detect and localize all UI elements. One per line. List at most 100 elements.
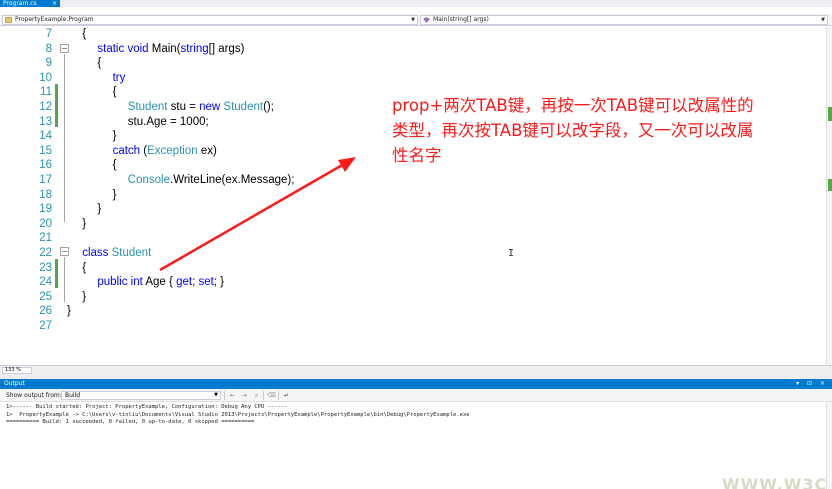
code-line: }: [113, 188, 117, 202]
output-panel-title: Output: [4, 380, 25, 387]
show-output-from-label: Show output from:: [6, 392, 62, 399]
output-log: 1>------ Build started: Project: Propert…: [6, 404, 470, 427]
clear-all-icon[interactable]: ⌫: [267, 391, 276, 400]
member-dropdown[interactable]: Main(string[] args) ▼: [420, 15, 828, 25]
code-line: class Student: [82, 246, 151, 260]
code-line: {: [97, 56, 101, 70]
word-wrap-icon[interactable]: ↵: [282, 391, 291, 400]
output-line: 1> PropertyExample -> C:\Users\v-tinliu\…: [6, 411, 470, 418]
line-number: 17: [39, 174, 52, 186]
go-to-next-message-icon[interactable]: ⇥: [240, 391, 249, 400]
code-text: }: [67, 305, 71, 318]
class-icon: [5, 17, 12, 23]
go-to-previous-message-icon[interactable]: ⇤: [228, 391, 237, 400]
line-number: 18: [39, 188, 52, 201]
code-keyword: class: [82, 247, 112, 259]
change-marker: [828, 179, 832, 191]
change-indicator: [55, 259, 58, 288]
output-source-dropdown[interactable]: Build ▼: [61, 391, 221, 400]
line-number: 16: [39, 159, 52, 172]
code-keyword: catch: [112, 144, 141, 157]
line-number: 23: [39, 261, 52, 274]
chevron-down-icon: ▼: [214, 392, 218, 398]
close-icon[interactable]: ×: [52, 0, 57, 7]
code-text: }: [82, 217, 87, 230]
code-text: ();: [263, 101, 274, 113]
toolbar-separator: [224, 391, 225, 400]
code-line: }: [82, 290, 86, 304]
line-number: 22: [39, 247, 52, 259]
mouse-cursor-icon: I: [508, 248, 515, 259]
output-toolbar: Show output from: Build ▼ ⇤ ⇥ ⌕ ⌫ ↵: [0, 389, 832, 402]
collapse-toggle-icon[interactable]: −: [60, 44, 69, 53]
line-number: 7: [45, 28, 52, 40]
output-source-value: Build: [65, 392, 81, 399]
code-type-name: Console: [127, 174, 170, 186]
change-marker: [828, 107, 832, 121]
line-number: 13: [39, 115, 52, 128]
line-number: 14: [39, 130, 52, 143]
code-line: Student stu = new Student();: [128, 100, 274, 114]
code-keyword: string: [180, 42, 209, 55]
change-indicator: [55, 84, 58, 127]
code-keyword: new: [199, 101, 224, 113]
code-line: try: [113, 71, 126, 85]
code-keyword: set: [198, 276, 214, 289]
editor-vertical-scrollbar[interactable]: [826, 27, 832, 365]
code-text: {: [112, 86, 117, 99]
line-number-gutter: 7 8 9 10 11 12 13 14 15 16 17 18 19 20 21 22 23 24 25 26 27: [0, 27, 54, 365]
code-text: stu.Age = 1000;: [127, 115, 209, 128]
find-message-icon[interactable]: ⌕: [252, 391, 261, 400]
line-number: 11: [40, 86, 52, 99]
collapse-toggle-icon[interactable]: −: [60, 247, 69, 256]
code-text: {: [82, 261, 87, 274]
annotation-line: 类型，再次按TAB键可以改字段，又一次可以改属: [392, 121, 754, 140]
code-line: catch (Exception ex): [113, 144, 217, 158]
outline-guide: [64, 54, 65, 222]
type-dropdown[interactable]: PropertyExample.Program ▼: [2, 15, 418, 25]
editor-horizontal-scrollbar[interactable]: 133 %: [0, 365, 832, 374]
panel-window-buttons[interactable]: ▾ ⊡ ×: [796, 379, 828, 389]
code-keyword: get: [176, 276, 193, 289]
code-text: ; }: [213, 276, 225, 289]
zoom-level-dropdown[interactable]: 133 %: [2, 367, 32, 374]
navigation-bar: PropertyExample.Program ▼ Main(string[] …: [0, 14, 832, 26]
code-line: }: [113, 129, 117, 143]
annotation-note: prop+两次TAB键，再按一次TAB键可以改属性的 类型，再次按TAB键可以改…: [392, 93, 817, 168]
chevron-down-icon: ▼: [411, 17, 415, 23]
tab-program-cs[interactable]: Program.cs ×: [0, 0, 60, 7]
line-number: 26: [39, 305, 52, 318]
annotation-line: 性名字: [392, 146, 442, 165]
code-type-name: Exception: [147, 144, 198, 157]
toolbar-separator: [278, 391, 279, 400]
code-line: }: [67, 304, 71, 318]
code-keyword: static: [97, 42, 128, 55]
code-line: {: [82, 27, 86, 41]
line-number: 25: [39, 290, 52, 303]
outline-guide: [64, 257, 65, 302]
member-dropdown-value: Main(string[] args): [433, 16, 489, 23]
code-type-name: Student: [127, 101, 168, 113]
output-line: ========== Build: 1 succeeded, 0 failed,…: [6, 419, 255, 425]
code-text: .WriteLine(ex.Message);: [170, 174, 295, 186]
code-text: }: [112, 130, 117, 143]
document-tab-strip: Program.cs ×: [0, 0, 832, 7]
line-number: 24: [39, 276, 52, 289]
code-line: {: [113, 158, 117, 172]
code-text: {: [97, 57, 102, 70]
code-line: stu.Age = 1000;: [128, 115, 209, 129]
code-keyword: public: [97, 276, 131, 289]
zoom-level-value: 133 %: [5, 367, 21, 373]
code-line: {: [82, 261, 86, 275]
code-text: [] args): [208, 42, 245, 55]
code-text: }: [112, 188, 117, 201]
code-text: Main(: [151, 42, 181, 55]
code-keyword: void: [127, 42, 152, 55]
code-line: public int Age { get; set; }: [97, 275, 224, 289]
code-line: static void Main(string[] args): [97, 42, 244, 56]
line-number: 19: [39, 203, 52, 216]
code-editor[interactable]: 7 8 9 10 11 12 13 14 15 16 17 18 19 20 21 22 23 24 25 26 27 …: [0, 27, 826, 365]
code-line: }: [97, 202, 101, 216]
tab-label: Program.cs: [3, 0, 37, 7]
watermark-logo: WWW.W3C: [722, 475, 828, 489]
